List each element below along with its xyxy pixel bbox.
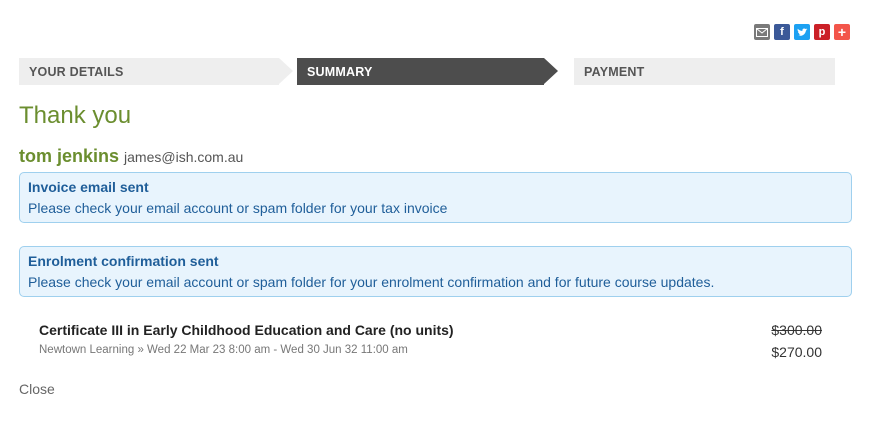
course-meta: Newtown Learning » Wed 22 Mar 23 8:00 am…: [39, 344, 408, 356]
course-title: Certificate III in Early Childhood Educa…: [39, 322, 454, 338]
step-payment[interactable]: PAYMENT: [574, 58, 835, 85]
alert-message: Please check your email account or spam …: [28, 274, 715, 290]
step-summary[interactable]: SUMMARY: [297, 58, 558, 85]
alert-title: Enrolment confirmation sent: [28, 253, 219, 269]
alert-message: Please check your email account or spam …: [28, 200, 448, 216]
user-name: tom jenkins: [19, 146, 120, 166]
checkout-steps: YOUR DETAILS SUMMARY PAYMENT: [19, 58, 835, 85]
email-share-icon[interactable]: [754, 24, 770, 40]
pinterest-share-icon[interactable]: p: [814, 24, 830, 40]
step-label: PAYMENT: [584, 64, 645, 79]
twitter-share-icon[interactable]: [794, 24, 810, 40]
facebook-share-icon[interactable]: f: [774, 24, 790, 40]
user-email: james@ish.com.au: [124, 149, 244, 165]
more-share-icon[interactable]: +: [834, 24, 850, 40]
alert-title: Invoice email sent: [28, 179, 149, 195]
discounted-price: $270.00: [771, 344, 822, 360]
page-title: Thank you: [19, 102, 132, 129]
invoice-alert: Invoice email sent Please check your ema…: [19, 172, 852, 223]
course-item: Certificate III in Early Childhood Educa…: [39, 322, 822, 360]
step-your-details[interactable]: YOUR DETAILS: [19, 58, 293, 85]
share-bar: f p +: [754, 24, 850, 40]
original-price: $300.00: [771, 322, 822, 338]
envelope-icon: [756, 27, 768, 37]
step-label: YOUR DETAILS: [29, 64, 124, 79]
enrolment-alert: Enrolment confirmation sent Please check…: [19, 246, 852, 297]
bird-icon: [797, 28, 807, 36]
user-info: tom jenkins james@ish.com.au: [19, 146, 243, 167]
close-link[interactable]: Close: [19, 381, 55, 397]
step-label: SUMMARY: [307, 64, 373, 79]
